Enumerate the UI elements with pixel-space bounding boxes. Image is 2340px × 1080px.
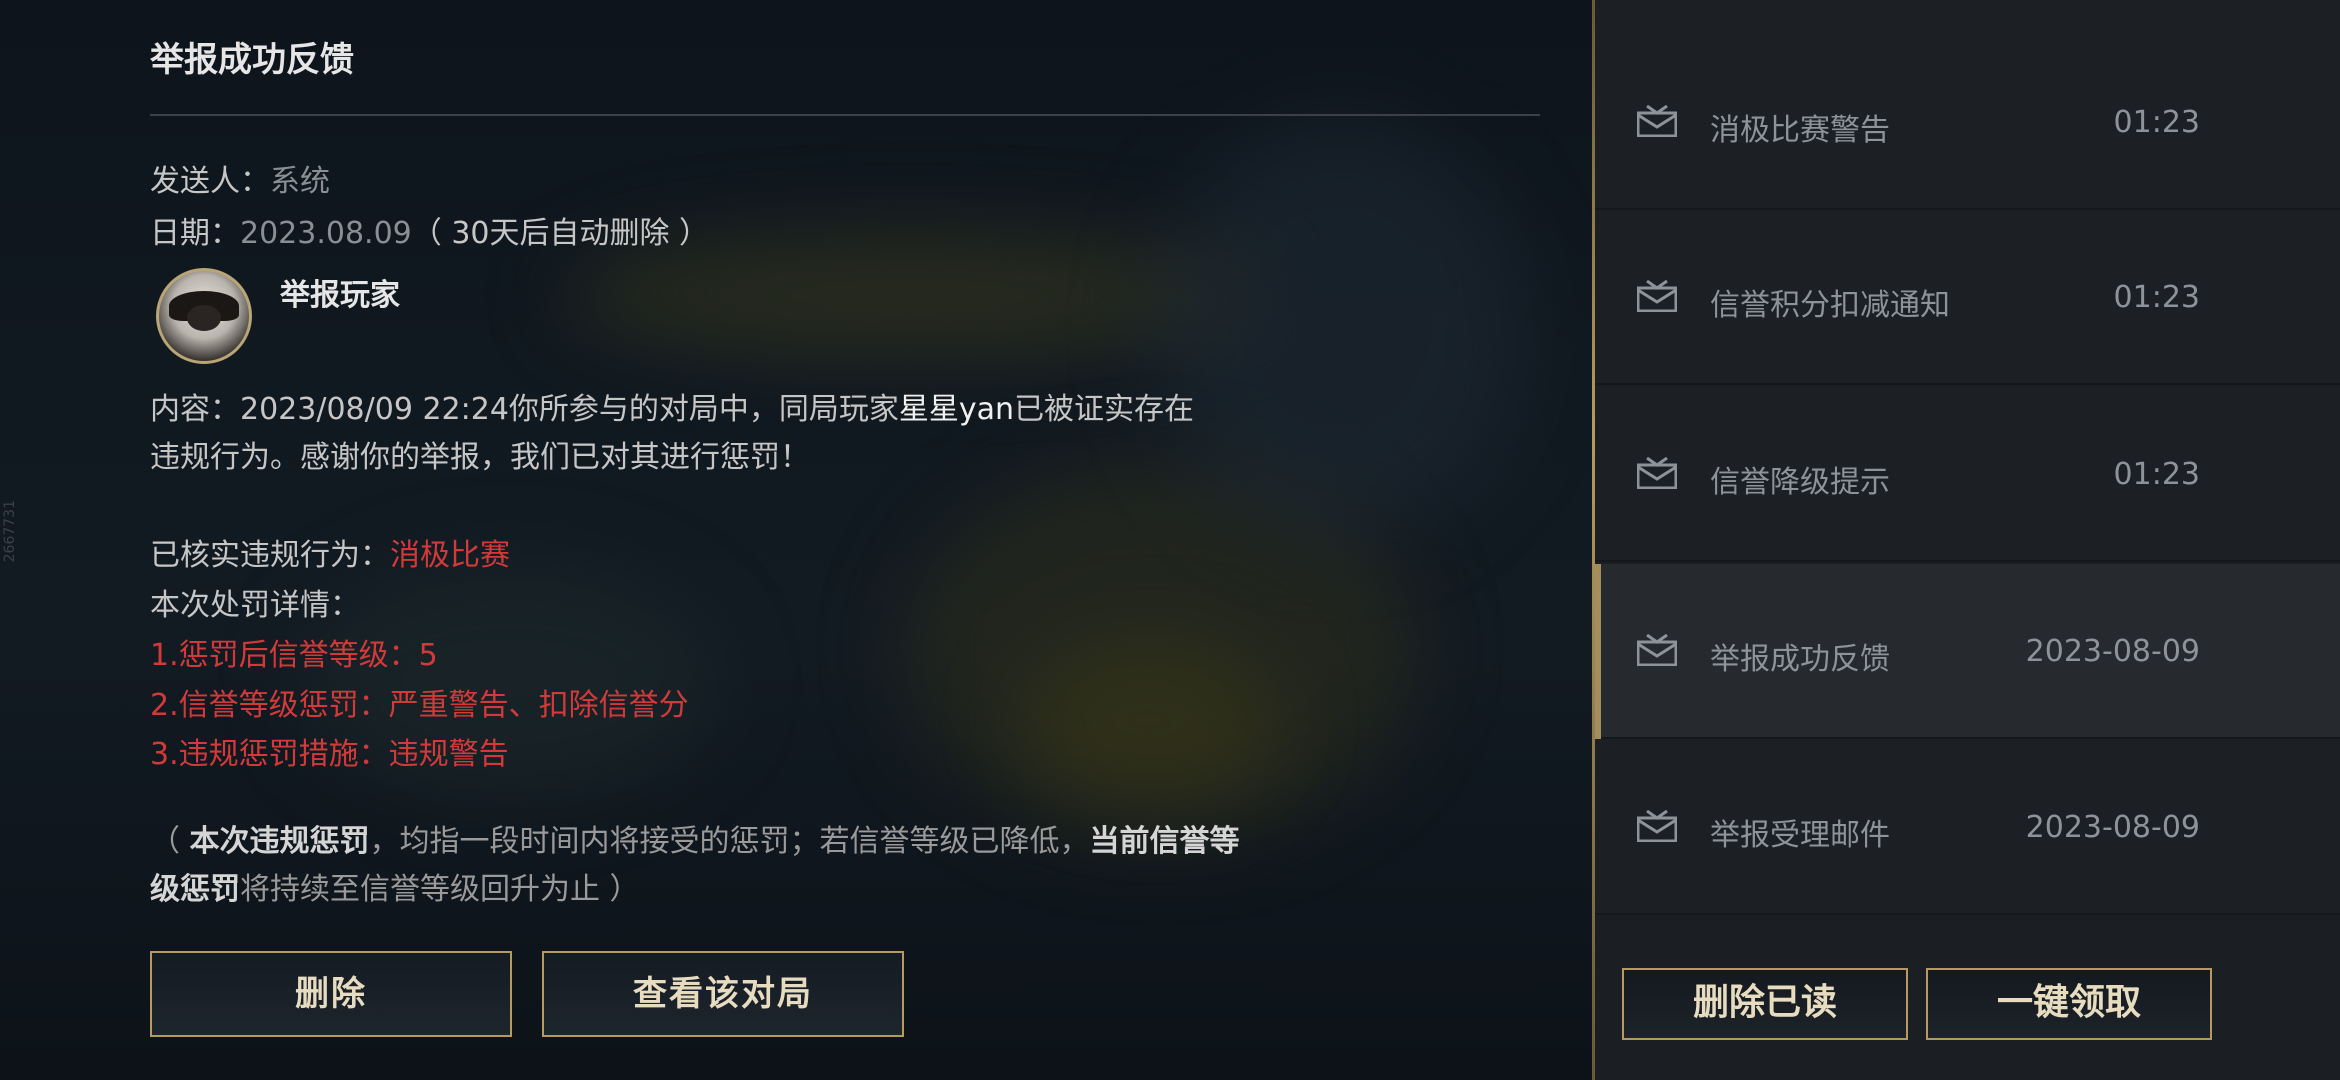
mail-list-item[interactable]: 信誉积分扣减通知 01:23 bbox=[1595, 210, 2340, 385]
date-note: （ 30天后自动删除 ） bbox=[411, 216, 710, 251]
penalty-title: 本次处罚详情： bbox=[150, 588, 360, 623]
mail-title: 信誉降级提示 bbox=[1710, 465, 1890, 500]
note-bold-1: 本次违规惩罚 bbox=[189, 824, 370, 859]
mail-time: 2023-08-09 bbox=[2025, 810, 2200, 845]
date-value: 2023.08.09 bbox=[240, 216, 412, 251]
mail-envelope-icon bbox=[1636, 279, 1678, 313]
penalty-item-3: 3.违规惩罚措施：违规警告 bbox=[150, 737, 509, 772]
mail-detail-panel: 举报成功反馈 发送人：系统 日期：2023.08.09（ 30天后自动删除 ） … bbox=[150, 0, 1540, 1080]
penalty-item-2: 2.信誉等级惩罚：严重警告、扣除信誉分 bbox=[150, 688, 689, 723]
mail-time: 01:23 bbox=[2113, 105, 2200, 140]
sender-line: 发送人：系统 bbox=[150, 156, 330, 200]
sender-value: 系统 bbox=[270, 164, 330, 199]
penalty-note: （ 本次违规惩罚，均指一段时间内将接受的惩罚；若信誉等级已降低，当前信誉等级惩罚… bbox=[150, 818, 1250, 914]
mail-envelope-icon bbox=[1636, 104, 1678, 138]
mail-envelope-icon bbox=[1636, 809, 1678, 843]
mail-envelope-icon bbox=[1636, 633, 1678, 667]
date-line: 日期：2023.08.09（ 30天后自动删除 ） bbox=[150, 208, 709, 252]
mail-time: 01:23 bbox=[2113, 280, 2200, 315]
mail-list-item[interactable]: 举报成功反馈 2023-08-09 bbox=[1595, 564, 2340, 739]
view-match-button[interactable]: 查看该对局 bbox=[542, 951, 904, 1037]
title-divider bbox=[150, 114, 1540, 116]
content-line-2: 违规行为。感谢你的举报，我们已对其进行惩罚！ bbox=[150, 440, 810, 475]
content-line-1: 内容：2023/08/09 22:24你所参与的对局中，同局玩家星星yan已被证… bbox=[150, 384, 1194, 428]
mail-title: 举报受理邮件 bbox=[1710, 818, 1890, 853]
penalty-item-1: 1.惩罚后信誉等级：5 bbox=[150, 638, 438, 673]
delete-button[interactable]: 删除 bbox=[150, 951, 512, 1037]
note-open: （ bbox=[150, 824, 190, 859]
mail-list-item[interactable]: 消极比赛警告 01:23 bbox=[1595, 0, 2340, 210]
verified-value: 消极比赛 bbox=[390, 538, 510, 573]
mail-envelope-icon bbox=[1636, 456, 1678, 490]
mail-list-item[interactable]: 举报受理邮件 2023-08-09 bbox=[1595, 740, 2340, 915]
mail-title: 举报成功反馈 bbox=[1710, 642, 1890, 677]
note-end: 将持续至信誉等级回升为止 ） bbox=[240, 872, 640, 907]
reported-player-name: 星星yan bbox=[898, 392, 1015, 427]
mail-time: 01:23 bbox=[2113, 457, 2200, 492]
mail-list-item[interactable]: 信誉降级提示 01:23 bbox=[1595, 387, 2340, 562]
content-text-b: 已被证实存在 bbox=[1014, 392, 1195, 427]
claim-all-button[interactable]: 一键领取 bbox=[1926, 968, 2212, 1040]
mail-detail-title: 举报成功反馈 bbox=[150, 40, 354, 80]
mail-title: 消极比赛警告 bbox=[1710, 113, 1890, 148]
delete-read-button[interactable]: 删除已读 bbox=[1622, 968, 1908, 1040]
reporter-name: 举报玩家 bbox=[280, 278, 400, 313]
date-label: 日期： bbox=[150, 216, 240, 251]
verified-label: 已核实违规行为： bbox=[150, 538, 390, 573]
mail-list-panel: 系统 赠礼 公告 ✕ 消极比赛警告01:23信誉积分扣减通知01:23信誉降级提… bbox=[1595, 0, 2340, 1080]
selected-indicator bbox=[1595, 564, 1601, 739]
avatar bbox=[156, 268, 252, 364]
side-id-text: 2667731 bbox=[2, 500, 18, 563]
verified-line: 已核实违规行为：消极比赛 bbox=[150, 530, 510, 574]
mail-time: 2023-08-09 bbox=[2025, 634, 2200, 669]
note-mid: ，均指一段时间内将接受的惩罚；若信誉等级已降低， bbox=[369, 824, 1090, 859]
sender-label: 发送人： bbox=[150, 164, 270, 199]
content-text-a: 内容：2023/08/09 22:24你所参与的对局中，同局玩家 bbox=[150, 392, 899, 427]
mail-title: 信誉积分扣减通知 bbox=[1710, 288, 1950, 323]
